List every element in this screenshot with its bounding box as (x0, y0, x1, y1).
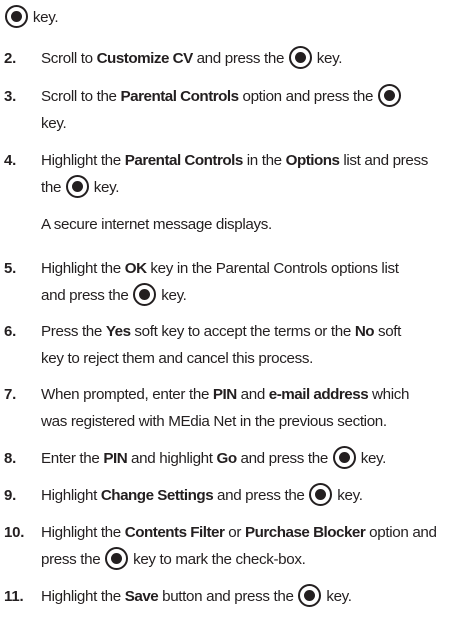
bold-term: Save (124, 588, 159, 605)
step-text-run: key to reject them and cancel this proce… (41, 350, 313, 367)
bold-term: Customize CV (96, 50, 194, 67)
step-text-run: in the (242, 152, 286, 169)
step-number: 2. (4, 50, 17, 67)
step-text-run: and press the (41, 287, 133, 304)
bold-term: OK (124, 260, 147, 277)
step-text-run: soft key to accept the terms or the (130, 323, 355, 340)
bold-term: No (354, 323, 375, 340)
step-text-run: key. (157, 287, 187, 304)
step-text-run: and press the (213, 487, 309, 504)
step-text: Highlight the Contents Filter or Purchas… (41, 519, 464, 573)
step-text: key. (4, 4, 464, 31)
step-text: Press the Yes soft key to accept the ter… (41, 318, 464, 372)
step-text-run: or (224, 524, 245, 541)
center-key-icon (288, 46, 312, 69)
step-text-run: key. (333, 487, 363, 504)
step-text-run: Highlight the (41, 260, 125, 277)
step-number: 3. (4, 88, 17, 105)
center-key-icon (105, 547, 129, 570)
center-key-icon (5, 5, 28, 28)
bold-term: PIN (103, 450, 128, 467)
step-text-run: key. (322, 588, 352, 605)
bold-term: Change Settings (100, 487, 214, 504)
step-text: Scroll to the Parental Controls option a… (41, 83, 464, 137)
step-text-run: key to mark the check-box. (129, 551, 306, 568)
step-text-run: soft (374, 323, 402, 340)
step-text-run: key. (312, 50, 343, 67)
step-text: When prompted, enter the PIN and e-mail … (41, 381, 464, 435)
step-text-run: button and press the (158, 588, 298, 605)
step-text-run: and press the (192, 50, 288, 67)
bold-term: Yes (105, 323, 131, 340)
step-text: Highlight the OK key in the Parental Con… (41, 255, 464, 309)
step-text: Highlight Change Settings and press the … (41, 482, 464, 509)
bold-term: Purchase Blocker (244, 524, 366, 541)
step-text: Highlight the Parental Controls in the O… (41, 147, 464, 201)
step-number: 5. (4, 260, 17, 277)
step-text-run: and (236, 386, 269, 403)
step-text-run: Scroll to (41, 50, 97, 67)
step-text-run: which (368, 386, 410, 403)
bold-term: PIN (212, 386, 237, 403)
center-key-icon (133, 283, 157, 306)
step-text-run: list and press (339, 152, 428, 169)
bold-term: Options (285, 152, 340, 169)
step-text-run: Scroll to the (41, 88, 121, 105)
step-text-run: option and press the (238, 88, 377, 105)
manual-page: key. 2. Scroll to Customize CV and press … (0, 0, 472, 617)
bold-term: e-mail address (268, 386, 369, 403)
center-key-icon (377, 84, 401, 107)
bold-term: Contents Filter (124, 524, 225, 541)
step-number: 8. (4, 450, 17, 467)
step-number: 9. (4, 487, 17, 504)
step-text-run: key in the Parental Controls options lis… (146, 260, 399, 277)
step-text-run: key. (89, 179, 120, 196)
step-text: Enter the PIN and highlight Go and press… (41, 445, 464, 472)
step-text-run: When prompted, enter the (41, 386, 213, 403)
step-text-run: Enter the (41, 450, 104, 467)
bold-term: Parental Controls (124, 152, 244, 169)
bold-term: Go (216, 450, 238, 467)
center-key-icon (65, 175, 89, 198)
step-text-run: Highlight the (41, 524, 125, 541)
center-key-icon (298, 584, 322, 607)
step-text-run: key. (41, 115, 67, 132)
step-text: Highlight the Save button and press the … (41, 583, 464, 610)
step-text-run: and highlight (127, 450, 217, 467)
step-number: 7. (4, 386, 17, 403)
step-text-run: Highlight the (41, 152, 125, 169)
step-text-run: the (41, 179, 65, 196)
key-word: key. (32, 9, 59, 26)
step-text-run: press the (41, 551, 105, 568)
step-number: 6. (4, 323, 17, 340)
center-key-icon (332, 446, 356, 469)
step-text-run: was registered with MEdia Net in the pre… (41, 413, 387, 430)
step-text-run: Highlight (41, 487, 101, 504)
step-text: Scroll to Customize CV and press the key… (41, 45, 464, 72)
step-note: A secure internet message displays. (41, 216, 272, 233)
step-text-run: option and (365, 524, 437, 541)
center-key-icon (309, 483, 333, 506)
step-number: 11. (4, 588, 24, 605)
step-text-run: Highlight the (41, 588, 125, 605)
step-text-run: key. (356, 450, 387, 467)
step-number: 10. (4, 524, 25, 541)
step-number: 4. (4, 152, 17, 169)
step-text-run: Press the (41, 323, 106, 340)
step-text-run: and press the (236, 450, 332, 467)
bold-term: Parental Controls (120, 88, 240, 105)
